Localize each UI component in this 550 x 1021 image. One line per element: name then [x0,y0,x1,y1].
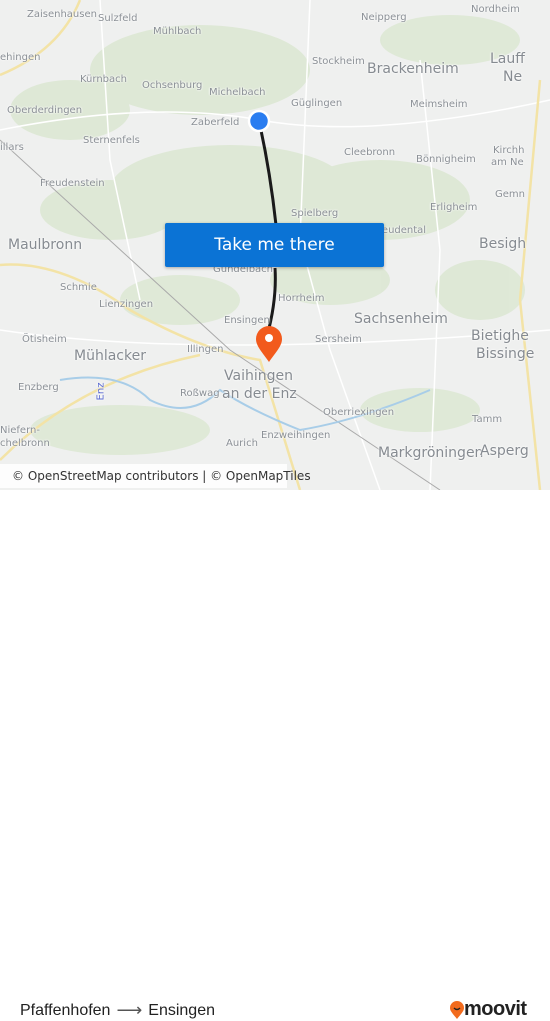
map-label: Oberriexingen [323,407,395,418]
map-label: Schmie [60,282,97,293]
map-label: Ochsenburg [142,80,203,91]
map-label: Brackenheim [367,61,459,77]
map-label: Besigh [479,236,527,252]
map-label: Neipperg [361,12,407,23]
map-label: Nordheim [471,4,520,15]
map-label: Roßwag [180,388,220,399]
map-label: Bietighe [471,328,529,344]
arrow-right-icon: ⟶ [116,1000,143,1020]
map-label: Maulbronn [8,237,83,253]
map-label: Kürnbach [80,74,127,85]
map-label: Stockheim [312,56,365,67]
map-label: Ötisheim [22,334,67,345]
moovit-pin-icon [450,1000,464,1019]
map-label: Sulzfeld [98,13,138,24]
map-label: Lienzingen [99,299,154,310]
map-label: Ne [503,69,523,85]
map-label: Enzberg [18,382,59,393]
map-label: Meimsheim [410,99,468,110]
map-label: Michelbach [209,87,266,98]
map-label: Erligheim [430,202,478,213]
route-summary: Pfaffenhofen ⟶ Ensingen [20,1000,215,1021]
map-label: Mühlacker [74,348,146,364]
map-label: ehingen [0,52,41,63]
river-label: Enz [95,382,107,401]
map-label: Kirchh [493,145,525,156]
map-label: Ensingen [224,315,270,326]
brand-name: moovit [464,998,527,1020]
destination-pin-icon [256,326,282,362]
map-label: Güglingen [291,98,343,109]
map-label: Spielberg [291,208,339,219]
origin-name: Pfaffenhofen [20,1001,111,1019]
map-label: Gemn [495,189,525,200]
map-label: Bissinge [476,346,535,362]
map-attribution[interactable]: © OpenStreetMap contributors | © OpenMap… [0,464,311,488]
map-label: Asperg [480,443,529,459]
map-label: Sersheim [315,334,362,345]
map-label: illars [0,142,24,153]
map-label: Sternenfels [83,135,140,146]
map-label: Zaberfeld [191,117,240,128]
map-label: Freudenstein [40,178,105,189]
map-label: Cleebronn [344,147,396,158]
map-label: am Ne [491,157,524,168]
map-label: Markgröningen [378,445,484,461]
map-label: chelbronn [0,438,50,449]
map-label: Tamm [472,414,503,425]
map-label: Oberderdingen [7,105,83,116]
origin-marker [247,109,271,133]
map-label: Vaihingen [224,368,293,384]
map-label: Mühlbach [153,26,202,37]
map[interactable]: Zaisenhausen Sulzfeld Mühlbach ehingen N… [0,0,550,490]
map-label: Aurich [226,438,258,449]
map-label: Sachsenheim [354,311,448,327]
moovit-logo[interactable]: moovit [450,998,527,1021]
map-label: Illingen [187,344,224,355]
map-label: Lauff [490,51,525,67]
map-label: Enzweihingen [261,430,331,441]
destination-name: Ensingen [148,1001,215,1019]
take-me-there-button[interactable]: Take me there [165,223,384,267]
footer: Pfaffenhofen ⟶ Ensingen moovit [0,490,550,1020]
map-label: Horrheim [278,293,325,304]
map-label: an der Enz [222,386,297,402]
map-label: Bönnigheim [416,154,476,165]
map-label: Zaisenhausen [27,9,97,20]
map-label: Niefern- [0,425,40,436]
